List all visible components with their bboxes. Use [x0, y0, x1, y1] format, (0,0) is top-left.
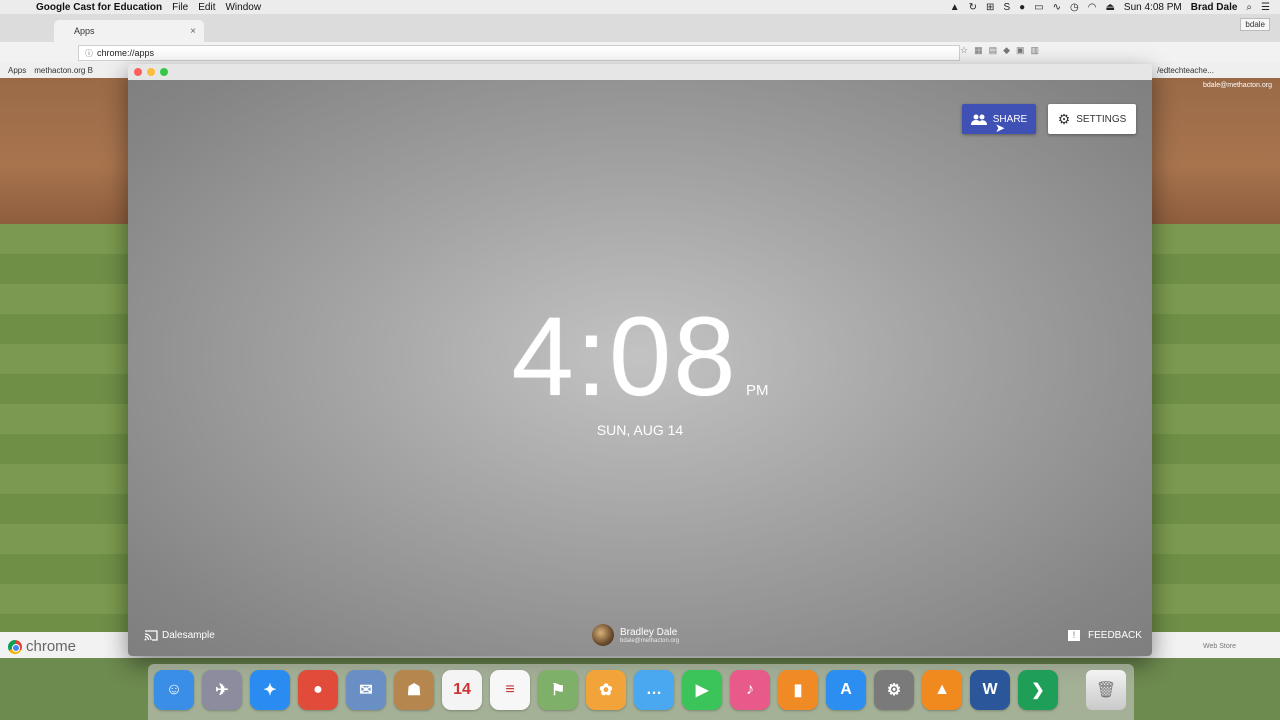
user-email: bdale@methacton.org: [620, 637, 680, 644]
reminders-icon[interactable]: ≡: [490, 670, 530, 710]
extension-icon[interactable]: ◆: [1003, 45, 1010, 56]
extension-icon[interactable]: ▣: [1016, 45, 1025, 56]
launchpad-icon[interactable]: ✈: [202, 670, 242, 710]
menu-edit[interactable]: Edit: [198, 2, 215, 13]
messages-icon[interactable]: …: [634, 670, 674, 710]
close-icon[interactable]: ×: [190, 26, 196, 37]
eject-icon[interactable]: ⏏: [1105, 2, 1114, 13]
time-machine-icon[interactable]: ◷: [1070, 2, 1079, 13]
gear-icon: ⚙: [1057, 110, 1071, 127]
people-icon: [970, 114, 987, 125]
avatar: [592, 624, 614, 646]
drive-icon[interactable]: ▲: [950, 2, 960, 13]
mic-icon[interactable]: ●: [1019, 2, 1025, 13]
cast-icon: [144, 630, 158, 641]
system-preferences-icon[interactable]: ⚙: [874, 670, 914, 710]
cast-icon[interactable]: ❯: [1018, 670, 1058, 710]
clock-display: 4:08 PM: [128, 292, 1152, 421]
preview-icon[interactable]: ✉: [346, 670, 386, 710]
tab-title: Apps: [74, 26, 95, 36]
close-window-icon[interactable]: [134, 68, 142, 76]
menu-app-name[interactable]: Google Cast for Education: [36, 2, 162, 13]
feedback-label: FEEDBACK: [1088, 630, 1142, 641]
finder-icon[interactable]: ☺: [154, 670, 194, 710]
sync-icon[interactable]: ↻: [969, 2, 977, 13]
feedback-icon: !: [1068, 630, 1080, 641]
bookmark-edtech[interactable]: /edtechteache...: [1157, 66, 1214, 75]
menu-file[interactable]: File: [172, 2, 188, 13]
notification-center-icon[interactable]: ☰: [1261, 2, 1270, 13]
settings-button[interactable]: ⚙ SETTINGS: [1048, 104, 1136, 134]
trash-icon[interactable]: 🗑: [1086, 670, 1126, 710]
word-icon[interactable]: W: [970, 670, 1010, 710]
user-name: Bradley Dale: [620, 626, 678, 638]
chrome-logo: chrome: [8, 638, 76, 655]
mouse-cursor-icon: ➤: [995, 121, 1006, 135]
chrome-icon[interactable]: ●: [298, 670, 338, 710]
chrome-logo-icon: [8, 639, 22, 654]
window-titlebar[interactable]: [128, 64, 1152, 80]
bookmark-apps[interactable]: Apps: [8, 66, 26, 75]
maps-icon[interactable]: ⚑: [538, 670, 578, 710]
contacts-icon[interactable]: ☗: [394, 670, 434, 710]
device-name-text: Dalesample: [162, 630, 215, 641]
itunes-icon[interactable]: ♪: [730, 670, 770, 710]
calendar-icon[interactable]: 14: [442, 670, 482, 710]
grid-icon[interactable]: ⊞: [986, 2, 994, 13]
web-store-link[interactable]: Web Store: [1203, 643, 1236, 650]
ibooks-icon[interactable]: ▮: [778, 670, 818, 710]
device-name: Dalesample: [144, 630, 215, 641]
menu-status-area: ▲ ↻ ⊞ S ● ▭ ∿ ◷ ◠ ⏏ Sun 4:08 PM Brad Dal…: [950, 0, 1270, 14]
clock-date: SUN, AUG 14: [596, 422, 684, 438]
s-icon[interactable]: S: [1003, 2, 1010, 13]
menu-clock[interactable]: Sun 4:08 PM: [1124, 2, 1182, 13]
cast-app-window: SHARE ➤ ⚙ SETTINGS 4:08 PM SUN, AUG 14 D…: [128, 64, 1152, 656]
safari-icon[interactable]: ✦: [250, 670, 290, 710]
address-text: chrome://apps: [97, 48, 155, 58]
account-email: bdale@methacton.org: [1203, 82, 1272, 89]
chrome-logo-text: chrome: [26, 638, 77, 655]
extension-icons: ☆ ▦ ▤ ◆ ▣ ▥: [960, 45, 1039, 56]
wifi-icon[interactable]: ◠: [1088, 2, 1097, 13]
photos-icon[interactable]: ✿: [586, 670, 626, 710]
clock-ampm: PM: [745, 382, 769, 399]
browser-tab-apps[interactable]: Apps ×: [54, 20, 204, 42]
vlc-icon[interactable]: ▲: [922, 670, 962, 710]
feedback-button[interactable]: ! FEEDBACK: [1068, 630, 1142, 641]
clock-time: 4:08: [511, 294, 738, 419]
browser-user-chip[interactable]: bdale: [1240, 18, 1270, 31]
signed-in-user: Bradley Dale bdale@methacton.org: [592, 624, 679, 646]
menu-window[interactable]: Window: [225, 2, 261, 13]
extension-icon[interactable]: ▦: [974, 45, 983, 56]
info-icon: ⓘ: [85, 48, 93, 58]
minimize-window-icon[interactable]: [147, 68, 155, 76]
settings-label: SETTINGS: [1076, 113, 1127, 125]
macos-menu-bar: Google Cast for Education File Edit Wind…: [0, 0, 1280, 14]
spotlight-search-icon[interactable]: ⌕: [1246, 2, 1252, 13]
extension-icon[interactable]: ▥: [1031, 45, 1040, 56]
wave-icon[interactable]: ∿: [1053, 2, 1061, 13]
extension-icon[interactable]: ▤: [989, 45, 998, 56]
maximize-window-icon[interactable]: [160, 68, 168, 76]
bookmark-methacton[interactable]: methacton.org B: [34, 66, 93, 75]
app-store-icon[interactable]: A: [826, 670, 866, 710]
address-bar[interactable]: ⓘ chrome://apps: [78, 45, 960, 61]
airplay-icon[interactable]: ▭: [1034, 2, 1043, 13]
menu-user[interactable]: Brad Dale: [1191, 2, 1238, 13]
star-icon[interactable]: ☆: [960, 45, 968, 56]
dock-apps: ☺ ✈ ✦ ● ✉ ☗ 14 ≡ ⚑ ✿… ▶ ♪ ▮ A ⚙ ▲ W ❯: [154, 670, 1058, 710]
cast-receiver-screen: SHARE ➤ ⚙ SETTINGS 4:08 PM SUN, AUG 14 D…: [128, 80, 1152, 656]
facetime-icon[interactable]: ▶: [682, 670, 722, 710]
